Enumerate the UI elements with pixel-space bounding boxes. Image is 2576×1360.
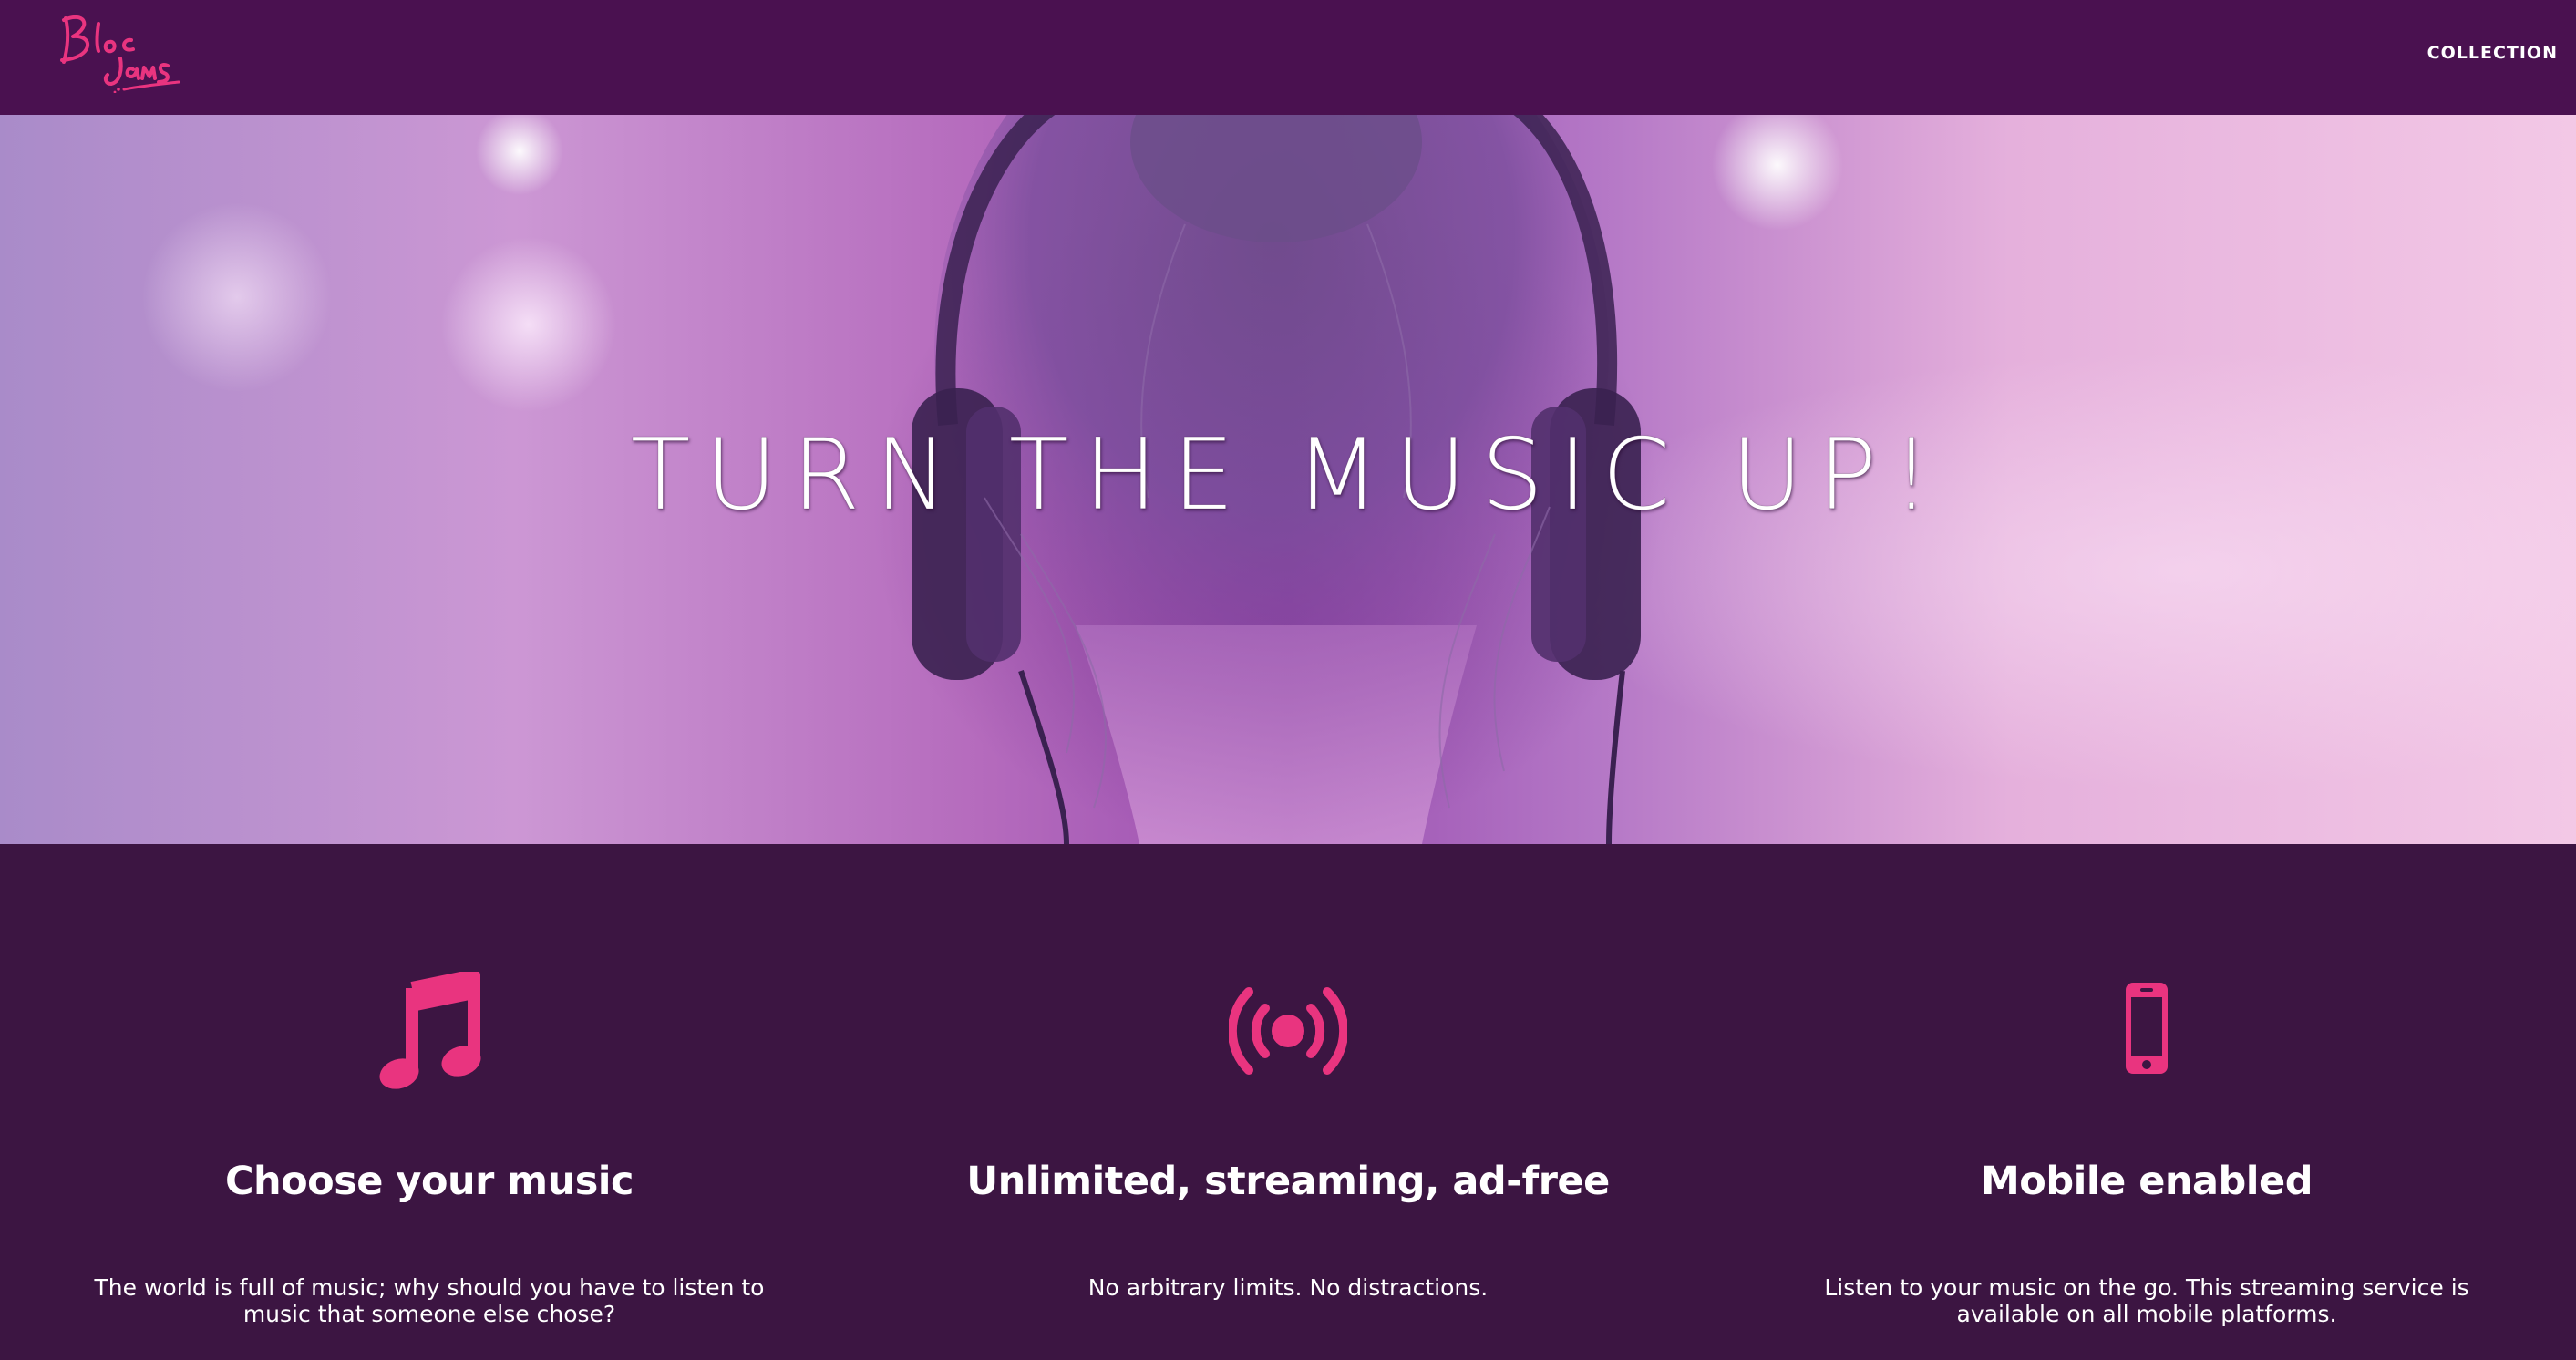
hero-title: TURN THE MUSIC UP!	[630, 418, 1946, 533]
landing-page: COLLECTION TURN THE MUSIC UP! Choose you…	[0, 0, 2576, 1360]
bloc-jams-logo[interactable]	[57, 5, 184, 93]
feature-title: Choose your music	[224, 1159, 634, 1204]
mobile-phone-icon	[2126, 983, 2168, 1074]
hero-banner: TURN THE MUSIC UP!	[0, 115, 2576, 844]
feature-unlimited-streaming: Unlimited, streaming, ad-free No arbitra…	[859, 844, 1717, 1360]
features-section: Choose your music The world is full of m…	[0, 844, 2576, 1360]
navbar: COLLECTION	[0, 0, 2576, 115]
music-note-icon	[379, 972, 481, 1089]
feature-description: No arbitrary limits. No distractions.	[1087, 1274, 1489, 1301]
feature-title: Unlimited, streaming, ad-free	[966, 1159, 1610, 1204]
broadcast-icon	[1229, 987, 1347, 1075]
feature-mobile-enabled: Mobile enabled Listen to your music on t…	[1717, 844, 2576, 1360]
feature-choose-music: Choose your music The world is full of m…	[0, 844, 859, 1360]
feature-title: Mobile enabled	[1981, 1159, 2313, 1204]
feature-description: The world is full of music; why should y…	[94, 1274, 765, 1327]
feature-description: Listen to your music on the go. This str…	[1824, 1274, 2469, 1327]
nav-link-collection[interactable]: COLLECTION	[2427, 43, 2558, 63]
